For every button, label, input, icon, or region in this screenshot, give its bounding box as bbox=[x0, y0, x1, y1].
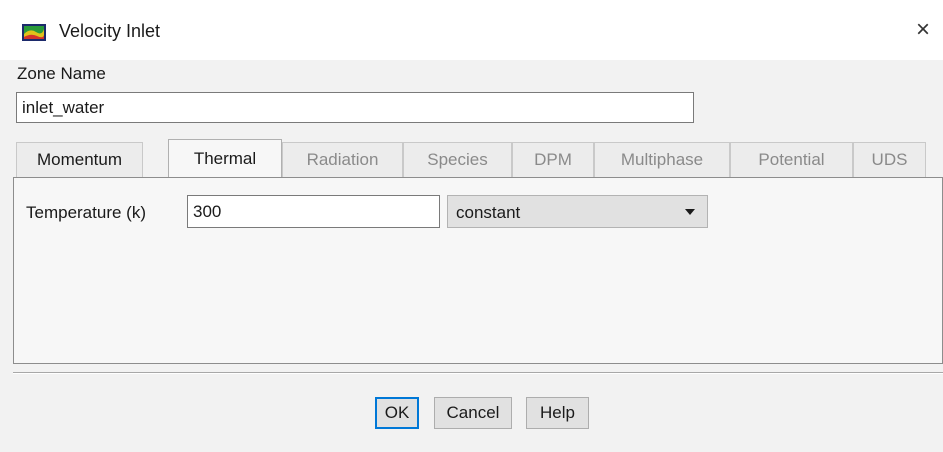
divider bbox=[13, 372, 943, 374]
temperature-input[interactable] bbox=[187, 195, 440, 228]
tab-dpm[interactable]: DPM bbox=[512, 142, 594, 178]
tab-potential[interactable]: Potential bbox=[730, 142, 853, 178]
tab-radiation[interactable]: Radiation bbox=[282, 142, 403, 178]
fluent-app-icon bbox=[22, 24, 46, 41]
thermal-panel: Temperature (k) constant bbox=[13, 177, 943, 364]
close-icon[interactable]: × bbox=[910, 17, 936, 43]
chevron-down-icon bbox=[685, 209, 695, 215]
temperature-method-value: constant bbox=[456, 203, 521, 222]
tab-momentum[interactable]: Momentum bbox=[16, 142, 143, 178]
temperature-label: Temperature (k) bbox=[26, 203, 146, 222]
window-title: Velocity Inlet bbox=[59, 21, 161, 41]
title-bar: Velocity Inlet × bbox=[0, 0, 943, 60]
zone-name-input[interactable] bbox=[16, 92, 694, 123]
cancel-button[interactable]: Cancel bbox=[434, 397, 512, 429]
zone-name-label: Zone Name bbox=[17, 64, 106, 83]
tab-uds[interactable]: UDS bbox=[853, 142, 926, 178]
tab-thermal[interactable]: Thermal bbox=[168, 139, 282, 177]
ok-button[interactable]: OK bbox=[375, 397, 419, 429]
help-button[interactable]: Help bbox=[526, 397, 589, 429]
temperature-method-dropdown[interactable]: constant bbox=[447, 195, 708, 228]
tab-species[interactable]: Species bbox=[403, 142, 512, 178]
tab-bar: Momentum Thermal Radiation Species DPM M… bbox=[16, 139, 943, 178]
tab-multiphase[interactable]: Multiphase bbox=[594, 142, 730, 178]
